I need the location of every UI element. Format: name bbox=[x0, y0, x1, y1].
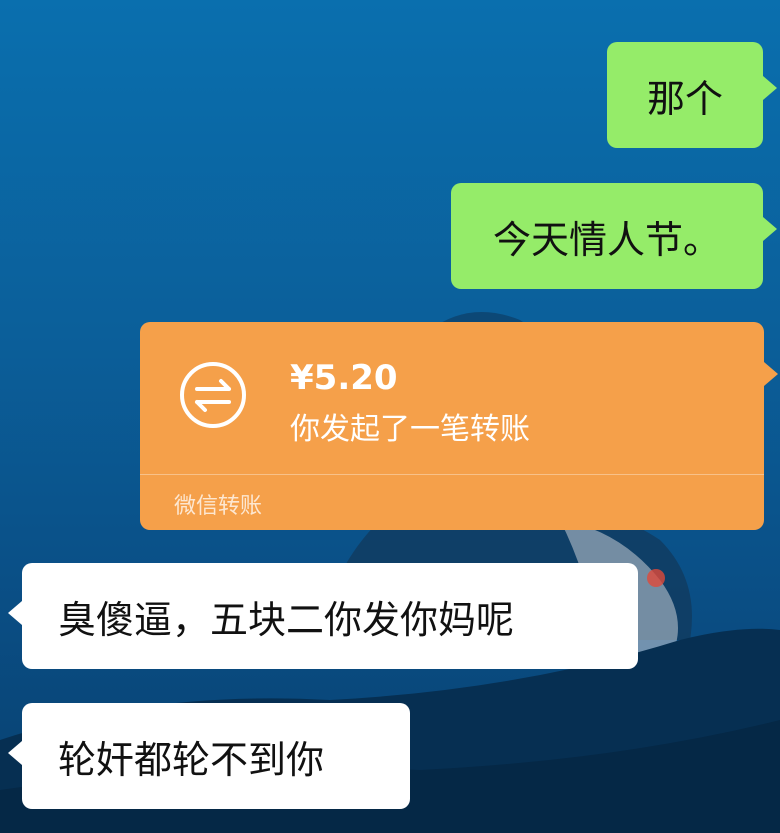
transfer-amount: ¥5.20 bbox=[290, 358, 398, 398]
message-bubble-received[interactable]: 臭傻逼，五块二你发你妈呢 bbox=[8, 563, 638, 669]
chat-background: 那个 今天情人节。 ¥5.20 你发起了一笔转账 微信转账 臭傻逼，五块二你发你… bbox=[0, 0, 780, 833]
bubble-tail bbox=[763, 76, 777, 100]
transfer-footer-label: 微信转账 bbox=[174, 494, 263, 519]
message-text: 那个 bbox=[646, 76, 723, 121]
message-text: 轮奸都轮不到你 bbox=[58, 737, 325, 782]
message-text: 臭傻逼，五块二你发你妈呢 bbox=[58, 597, 515, 642]
message-bubble-sent[interactable]: 那个 bbox=[607, 42, 777, 148]
message-bubble-sent[interactable]: 今天情人节。 bbox=[451, 183, 777, 289]
transfer-arrows-icon bbox=[180, 362, 246, 428]
message-bubble-received[interactable]: 轮奸都轮不到你 bbox=[8, 703, 410, 809]
transfer-description: 你发起了一笔转账 bbox=[290, 412, 530, 447]
bubble-tail bbox=[8, 601, 22, 625]
transfer-divider bbox=[140, 474, 764, 475]
transfer-card[interactable]: ¥5.20 你发起了一笔转账 微信转账 bbox=[140, 322, 778, 530]
bubble-tail bbox=[764, 362, 778, 386]
message-text: 今天情人节。 bbox=[492, 217, 721, 262]
bubble-tail bbox=[763, 217, 777, 241]
bubble-tail bbox=[8, 741, 22, 765]
